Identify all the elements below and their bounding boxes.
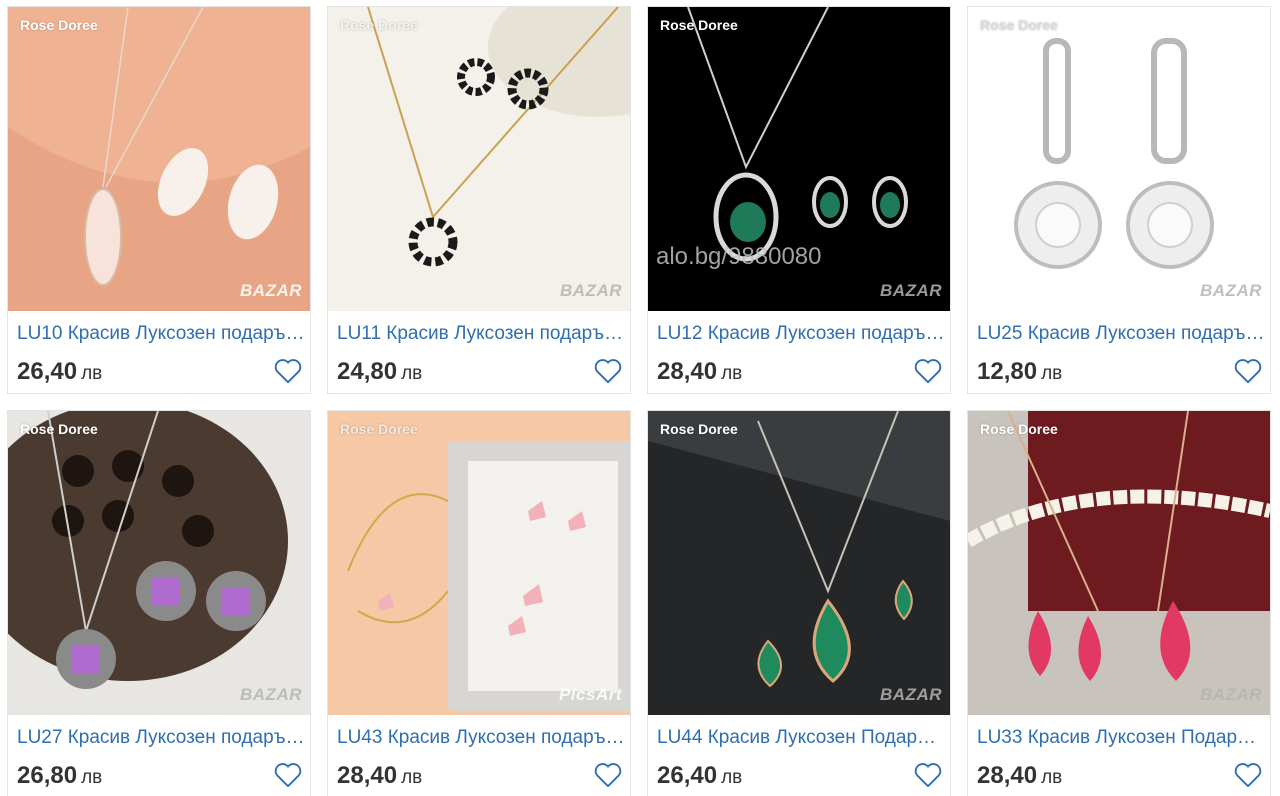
product-grid: Rose Doree BAZAR LU10 Красив Луксозен по…	[0, 0, 1280, 796]
add-to-favorites-button[interactable]	[1232, 759, 1264, 791]
heart-outline-icon	[1234, 359, 1262, 384]
image-watermark: BAZAR	[880, 685, 942, 704]
add-to-favorites-button[interactable]	[592, 759, 624, 791]
product-image[interactable]	[328, 7, 630, 311]
product-card-lu12[interactable]: Rose Doree alo.bg/9880080 BAZAR LU12 Кра…	[647, 6, 951, 394]
add-to-favorites-button[interactable]	[272, 759, 304, 791]
image-watermark: BAZAR	[240, 281, 302, 300]
product-card-lu44[interactable]: Rose Doree BAZAR LU44 Красив Луксозен По…	[647, 410, 951, 796]
shop-label: Rose Doree	[20, 421, 98, 437]
product-title-link[interactable]: LU33 Красив Луксозен Подаръчен комплект	[977, 727, 1265, 749]
product-image[interactable]	[328, 411, 630, 715]
product-card-lu33[interactable]: Rose Doree BAZAR LU33 Красив Луксозен По…	[967, 410, 1271, 796]
product-image[interactable]	[8, 411, 310, 715]
image-watermark: BAZAR	[880, 281, 942, 300]
image-watermark: BAZAR	[240, 685, 302, 704]
product-title-link[interactable]: LU11 Красив Луксозен подаръчен комплект	[337, 323, 625, 345]
heart-outline-icon	[914, 763, 942, 788]
heart-outline-icon	[274, 359, 302, 384]
image-watermark: BAZAR	[1200, 281, 1262, 300]
product-card-lu10[interactable]: Rose Doree BAZAR LU10 Красив Луксозен по…	[7, 6, 311, 394]
product-card-lu25[interactable]: Rose Doree BAZAR LU25 Красив Луксозен по…	[967, 6, 1271, 394]
product-price: 24,80 лв	[337, 358, 423, 385]
image-watermark: BAZAR	[1200, 685, 1262, 704]
product-price: 26,80 лв	[17, 762, 103, 789]
image-url-watermark: alo.bg/9880080	[656, 243, 822, 270]
product-card-lu43[interactable]: Rose Doree PicsArt LU43 Красив Луксозен …	[327, 410, 631, 796]
shop-label: Rose Doree	[980, 17, 1058, 33]
shop-label: Rose Doree	[980, 421, 1058, 437]
product-price: 26,40 лв	[17, 358, 103, 385]
image-watermark: BAZAR	[560, 281, 622, 300]
product-image[interactable]	[8, 7, 310, 311]
product-card-lu11[interactable]: Rose Doree BAZAR LU11 Красив Луксозен по…	[327, 6, 631, 394]
product-title-link[interactable]: LU25 Красив Луксозен подаръчен комплект	[977, 323, 1265, 345]
product-price: 26,40 лв	[657, 762, 743, 789]
product-title-link[interactable]: LU43 Красив Луксозен подаръчен комплект	[337, 727, 625, 749]
heart-outline-icon	[594, 359, 622, 384]
heart-outline-icon	[594, 763, 622, 788]
product-price: 12,80 лв	[977, 358, 1063, 385]
shop-label: Rose Doree	[340, 421, 418, 437]
product-title-link[interactable]: LU12 Красив Луксозен подаръчен комплект	[657, 323, 945, 345]
product-image[interactable]	[648, 411, 950, 715]
shop-label: Rose Doree	[660, 17, 738, 33]
add-to-favorites-button[interactable]	[592, 355, 624, 387]
product-image[interactable]	[968, 411, 1270, 715]
add-to-favorites-button[interactable]	[912, 759, 944, 791]
product-price: 28,40 лв	[657, 358, 743, 385]
shop-label: Rose Doree	[660, 421, 738, 437]
heart-outline-icon	[274, 763, 302, 788]
product-title-link[interactable]: LU27 Красив Луксозен подаръчен комплект	[17, 727, 305, 749]
product-price: 28,40 лв	[337, 762, 423, 789]
add-to-favorites-button[interactable]	[1232, 355, 1264, 387]
add-to-favorites-button[interactable]	[272, 355, 304, 387]
shop-label: Rose Doree	[340, 17, 418, 33]
product-title-link[interactable]: LU44 Красив Луксозен Подаръчен комплект	[657, 727, 945, 749]
product-price: 28,40 лв	[977, 762, 1063, 789]
shop-label: Rose Doree	[20, 17, 98, 33]
product-card-lu27[interactable]: Rose Doree BAZAR LU27 Красив Луксозен по…	[7, 410, 311, 796]
add-to-favorites-button[interactable]	[912, 355, 944, 387]
product-title-link[interactable]: LU10 Красив Луксозен подаръчен комплект	[17, 323, 305, 345]
image-watermark: PicsArt	[558, 685, 622, 704]
product-image[interactable]	[968, 7, 1270, 311]
heart-outline-icon	[1234, 763, 1262, 788]
heart-outline-icon	[914, 359, 942, 384]
